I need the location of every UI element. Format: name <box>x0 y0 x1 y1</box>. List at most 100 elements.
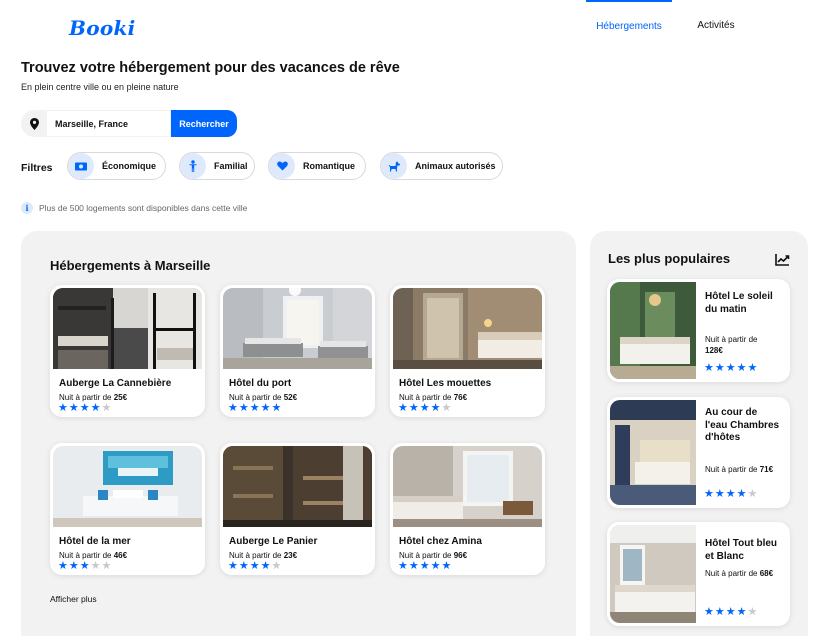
search-input[interactable]: Marseille, France <box>47 110 171 137</box>
star-filled-icon: ★ <box>238 402 249 414</box>
hotel-price: Nuit à partir de 76€ <box>399 393 468 402</box>
rating-stars: ★ ★ ★ ★ ★ <box>58 561 111 572</box>
hotel-name: Au cour de l'eau Chambres d'hôtes <box>705 407 780 443</box>
star-filled-icon: ★ <box>68 560 79 572</box>
hotel-card[interactable]: Hôtel Les mouettes Nuit à partir de 76€ … <box>390 285 545 417</box>
hotel-price: Nuit à partir de 25€ <box>59 393 128 402</box>
rating-stars: ★ ★ ★ ★ ★ <box>398 403 451 414</box>
hotel-photo <box>53 446 202 527</box>
star-filled-icon: ★ <box>228 560 238 572</box>
header: Booki Hébergements Activités <box>0 0 828 50</box>
hotel-name: Hôtel Les mouettes <box>399 378 492 389</box>
star-filled-icon: ★ <box>398 560 408 572</box>
star-empty-icon: ★ <box>101 402 112 414</box>
availability-text: Plus de 500 logements sont disponibles d… <box>39 203 248 213</box>
filter-label: Romantique <box>303 161 356 171</box>
filter-label: Économique <box>102 161 157 171</box>
hotel-price: Nuit à partir de 46€ <box>59 551 128 560</box>
hotel-card[interactable]: Hôtel de la mer Nuit à partir de 46€ ★ ★ ★… <box>50 443 205 575</box>
tab-activites[interactable]: Activités <box>688 0 744 50</box>
popular-title: Les plus populaires <box>608 251 731 266</box>
hotel-price: Nuit à partir de 68€ <box>705 569 774 578</box>
star-filled-icon: ★ <box>747 362 758 374</box>
hotel-price: Nuit à partir de 96€ <box>399 551 468 560</box>
filter-animaux[interactable]: Animaux autorisés <box>380 152 503 180</box>
rating-stars: ★ ★ ★ ★ ★ <box>58 403 111 414</box>
hotel-name: Hôtel Tout bleu et Blanc <box>705 538 778 562</box>
star-empty-icon: ★ <box>101 560 112 572</box>
filter-label: Animaux autorisés <box>415 161 496 171</box>
star-filled-icon: ★ <box>79 560 90 572</box>
star-filled-icon: ★ <box>79 402 90 414</box>
page-subtitle: En plein centre ville ou en pleine natur… <box>21 82 179 92</box>
filter-label: Familial <box>214 161 248 171</box>
hotel-price: Nuit à partir de 71€ <box>705 465 774 474</box>
star-filled-icon: ★ <box>725 362 736 374</box>
hotel-price: Nuit à partir de 52€ <box>229 393 298 402</box>
star-filled-icon: ★ <box>90 402 101 414</box>
star-filled-icon: ★ <box>419 402 430 414</box>
star-empty-icon: ★ <box>747 488 758 500</box>
rating-stars: ★ ★ ★ ★ ★ <box>228 561 281 572</box>
rating-stars: ★ ★ ★ ★ ★ <box>704 489 757 500</box>
hotel-photo <box>393 288 542 369</box>
filter-romantique[interactable]: Romantique <box>268 152 366 180</box>
hotel-photo <box>53 288 202 369</box>
availability-info: i Plus de 500 logements sont disponibles… <box>21 202 247 214</box>
money-icon <box>68 153 94 179</box>
rating-stars: ★ ★ ★ ★ ★ <box>704 607 757 618</box>
star-empty-icon: ★ <box>271 560 282 572</box>
page-title: Trouvez votre hébergement pour des vacan… <box>21 60 400 76</box>
hotel-name: Hôtel de la mer <box>59 536 131 547</box>
listings-title: Hébergements à Marseille <box>50 258 211 273</box>
hotel-card[interactable]: Auberge Le Panier Nuit à partir de 23€ ★… <box>220 443 375 575</box>
star-filled-icon: ★ <box>714 488 725 500</box>
star-filled-icon: ★ <box>68 402 79 414</box>
hotel-name: Auberge La Cannebière <box>59 378 172 389</box>
hotel-photo <box>223 288 372 369</box>
star-filled-icon: ★ <box>736 606 747 618</box>
info-icon: i <box>21 202 33 214</box>
filters-label: Filtres <box>21 162 53 174</box>
trending-up-icon <box>775 253 790 271</box>
popular-hotel-card[interactable]: Au cour de l'eau Chambres d'hôtes Nuit à… <box>607 397 790 508</box>
hotel-name: Hôtel Le soleil du matin <box>705 291 773 315</box>
filter-familial[interactable]: Familial <box>179 152 255 180</box>
rating-stars: ★ ★ ★ ★ ★ <box>228 403 281 414</box>
star-filled-icon: ★ <box>228 402 238 414</box>
show-more-link[interactable]: Afficher plus <box>50 594 97 604</box>
star-filled-icon: ★ <box>408 402 419 414</box>
child-icon <box>180 153 206 179</box>
star-filled-icon: ★ <box>725 488 736 500</box>
star-filled-icon: ★ <box>58 560 68 572</box>
star-filled-icon: ★ <box>704 606 714 618</box>
star-filled-icon: ★ <box>430 560 441 572</box>
rating-stars: ★ ★ ★ ★ ★ <box>398 561 451 572</box>
star-filled-icon: ★ <box>714 606 725 618</box>
popular-panel: Les plus populaires Hôtel Le soleil du m… <box>590 231 808 636</box>
hotel-photo <box>223 446 372 527</box>
star-filled-icon: ★ <box>260 402 271 414</box>
hotel-card[interactable]: Hôtel chez Amina Nuit à partir de 96€ ★ ★… <box>390 443 545 575</box>
hotel-name: Hôtel du port <box>229 378 292 389</box>
popular-hotel-card[interactable]: Hôtel Le soleil du matin Nuit à partir d… <box>607 279 790 382</box>
search-bar: Marseille, France Rechercher <box>21 110 237 137</box>
rating-stars: ★ ★ ★ ★ ★ <box>704 363 757 374</box>
star-filled-icon: ★ <box>441 560 452 572</box>
filter-economique[interactable]: Économique <box>67 152 166 180</box>
hotel-price: Nuit à partir de 23€ <box>229 551 298 560</box>
popular-hotel-card[interactable]: Hôtel Tout bleu et Blanc Nuit à partir d… <box>607 522 790 626</box>
star-filled-icon: ★ <box>58 402 68 414</box>
star-empty-icon: ★ <box>747 606 758 618</box>
hotel-card[interactable]: Hôtel du port Nuit à partir de 52€ ★ ★ ★ ★ ★ <box>220 285 375 417</box>
search-button[interactable]: Rechercher <box>171 110 237 137</box>
booki-logo[interactable]: Booki <box>69 16 136 40</box>
tab-hebergements[interactable]: Hébergements <box>586 0 672 50</box>
heart-icon <box>269 153 295 179</box>
star-filled-icon: ★ <box>725 606 736 618</box>
dog-icon <box>381 153 407 179</box>
star-filled-icon: ★ <box>249 402 260 414</box>
hotel-card[interactable]: Auberge La Cannebière Nuit à partir de 2… <box>50 285 205 417</box>
star-empty-icon: ★ <box>441 402 452 414</box>
hotel-price: Nuit à partir de 128€ <box>705 335 758 355</box>
